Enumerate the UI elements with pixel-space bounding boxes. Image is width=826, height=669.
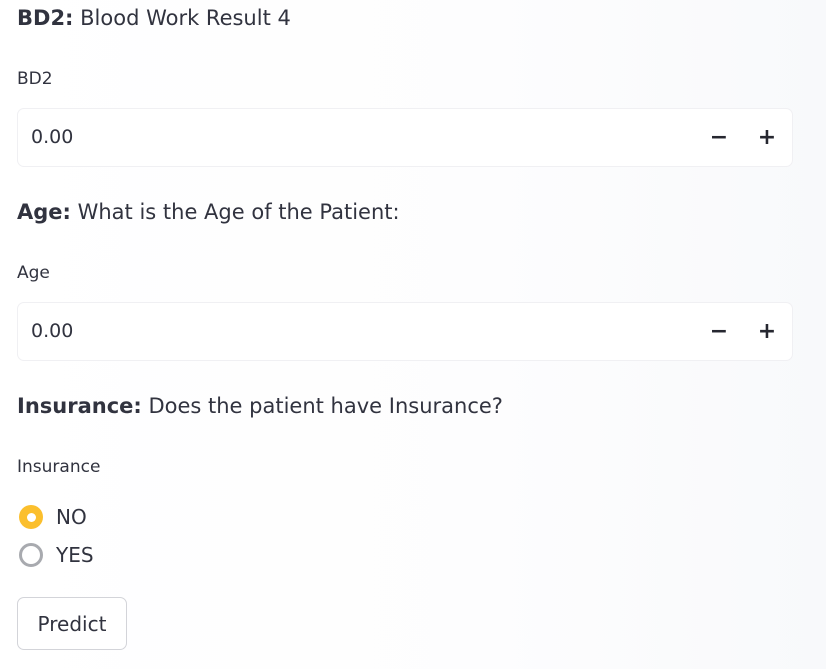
insurance-radio-no[interactable]: NO xyxy=(19,503,87,531)
age-value[interactable]: 0.00 xyxy=(31,303,73,360)
age-decrement-button[interactable]: − xyxy=(698,303,740,360)
insurance-heading: Insurance: Does the patient have Insuran… xyxy=(17,391,503,421)
age-number-input[interactable]: 0.00 − + xyxy=(17,302,793,361)
bd2-field-label: BD2 xyxy=(17,69,53,89)
bd2-heading-key: BD2: xyxy=(17,6,74,30)
bd2-heading-text: Blood Work Result 4 xyxy=(73,6,291,30)
insurance-heading-key: Insurance: xyxy=(17,394,142,418)
insurance-field-label: Insurance xyxy=(17,457,101,477)
bd2-value[interactable]: 0.00 xyxy=(31,109,73,166)
radio-selected-icon[interactable] xyxy=(19,505,43,529)
bd2-decrement-button[interactable]: − xyxy=(698,109,740,166)
age-heading-text: What is the Age of the Patient: xyxy=(70,200,400,224)
bd2-number-input[interactable]: 0.00 − + xyxy=(17,108,793,167)
insurance-radio-yes[interactable]: YES xyxy=(19,541,94,569)
insurance-radio-yes-label[interactable]: YES xyxy=(56,543,94,567)
insurance-radio-no-label[interactable]: NO xyxy=(56,505,87,529)
age-heading-key: Age: xyxy=(17,200,71,224)
age-increment-button[interactable]: + xyxy=(746,303,788,360)
bd2-heading: BD2: Blood Work Result 4 xyxy=(17,3,291,33)
age-heading: Age: What is the Age of the Patient: xyxy=(17,197,400,227)
insurance-heading-text: Does the patient have Insurance? xyxy=(141,394,503,418)
bd2-increment-button[interactable]: + xyxy=(746,109,788,166)
predict-button[interactable]: Predict xyxy=(17,597,127,650)
age-field-label: Age xyxy=(17,263,50,283)
radio-unselected-icon[interactable] xyxy=(19,543,43,567)
